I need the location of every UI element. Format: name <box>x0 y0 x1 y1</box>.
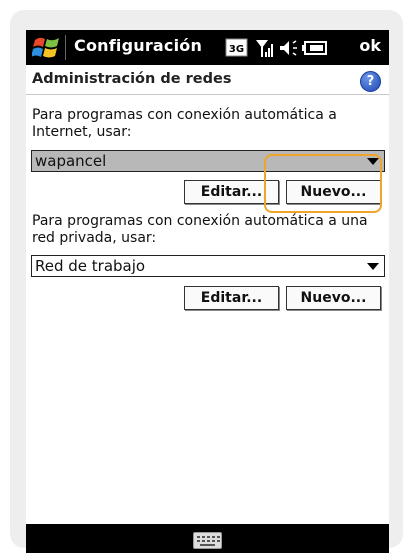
signal-icon <box>256 40 273 57</box>
page-header: Administración de redes ? <box>26 66 389 95</box>
internet-connection-label: Para programas con conexión automática a… <box>32 107 337 140</box>
3g-icon: 3G <box>225 38 248 57</box>
private-network-value: Red de trabajo <box>35 257 146 275</box>
battery-icon <box>302 41 327 55</box>
title-bar: Configuración 3G ok <box>26 30 389 65</box>
device-screen: Configuración 3G ok Administración de re… <box>26 30 389 553</box>
keyboard-icon[interactable] <box>193 532 222 549</box>
private-new-button[interactable]: Nuevo... <box>286 286 381 310</box>
private-edit-button[interactable]: Editar... <box>184 286 279 310</box>
internet-connection-value: wapancel <box>35 152 107 170</box>
private-network-dropdown[interactable]: Red de trabajo <box>31 255 385 277</box>
volume-icon <box>280 40 297 56</box>
status-icons[interactable]: 3G <box>225 36 343 60</box>
bottom-bar <box>26 524 389 553</box>
windows-start-icon[interactable] <box>32 34 62 61</box>
highlight-box <box>264 154 382 213</box>
window-title: Configuración <box>74 36 203 55</box>
help-icon[interactable]: ? <box>360 71 381 92</box>
chevron-down-icon[interactable] <box>367 263 379 270</box>
page-title: Administración de redes <box>32 71 232 87</box>
ok-button[interactable]: ok <box>359 36 381 55</box>
network-type-text: 3G <box>229 44 244 55</box>
title-separator <box>65 35 66 60</box>
private-network-label: Para programas con conexión automática a… <box>32 213 368 246</box>
